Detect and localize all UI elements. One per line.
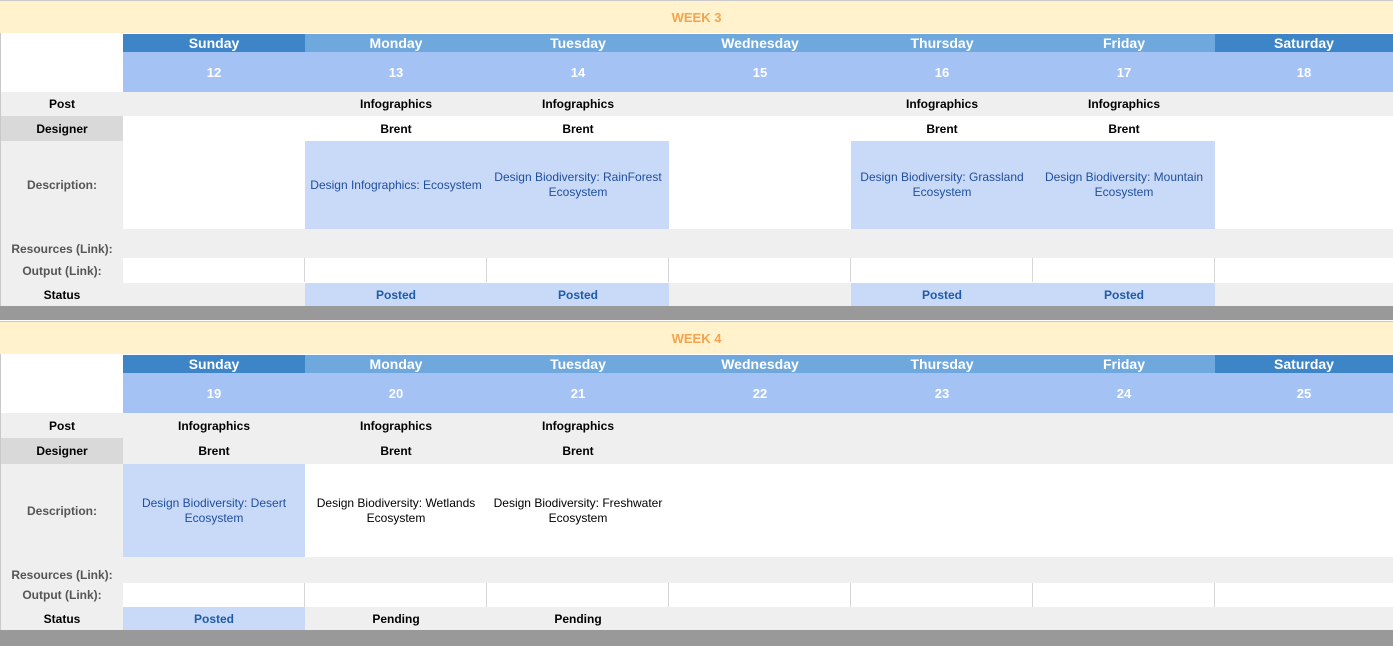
day-name-thursday[interactable]: Thursday [851, 34, 1033, 52]
designer-cell[interactable]: Brent [851, 116, 1033, 141]
designer-cell[interactable]: Brent [487, 438, 669, 464]
output-cell[interactable] [851, 583, 1033, 607]
status-cell[interactable]: Posted [305, 283, 487, 306]
description-cell[interactable]: Design Biodiversity: Freshwater Ecosyste… [487, 464, 669, 557]
post-cell[interactable]: Infographics [305, 92, 487, 116]
day-number[interactable]: 19 [123, 373, 305, 413]
post-cell[interactable]: Infographics [487, 413, 669, 438]
day-number[interactable]: 25 [1215, 373, 1393, 413]
row-label-output[interactable]: Output (Link): [0, 258, 123, 283]
output-cell[interactable] [669, 258, 851, 282]
post-cell[interactable]: Infographics [487, 92, 669, 116]
description-cell[interactable]: Design Biodiversity: Wetlands Ecosystem [305, 464, 487, 557]
day-name-saturday[interactable]: Saturday [1215, 355, 1393, 373]
description-cell[interactable]: Design Biodiversity: RainForest Ecosyste… [487, 141, 669, 229]
row-label-designer[interactable]: Designer [0, 116, 123, 141]
day-name-thursday[interactable]: Thursday [851, 355, 1033, 373]
day-number[interactable]: 23 [851, 373, 1033, 413]
day-name-sunday[interactable]: Sunday [123, 34, 305, 52]
output-cell[interactable] [851, 258, 1033, 282]
output-cell[interactable] [1215, 258, 1393, 282]
output-cell[interactable] [305, 583, 487, 607]
status-cell[interactable]: Posted [851, 283, 1033, 306]
day-name-monday[interactable]: Monday [305, 34, 487, 52]
output-cell[interactable] [487, 258, 669, 282]
week-separator [0, 630, 1393, 646]
designer-cell[interactable]: Brent [305, 116, 487, 141]
day-number[interactable]: 24 [1033, 373, 1215, 413]
row-label-description[interactable]: Description: [0, 141, 123, 229]
row-label-output[interactable]: Output (Link): [0, 583, 123, 607]
output-cell[interactable] [1033, 258, 1215, 282]
day-name-tuesday[interactable]: Tuesday [487, 355, 669, 373]
output-cell[interactable] [1215, 583, 1393, 607]
week-title[interactable]: WEEK 3 [0, 0, 1393, 33]
day-name-friday[interactable]: Friday [1033, 34, 1215, 52]
day-name-wednesday[interactable]: Wednesday [669, 34, 851, 52]
designer-cell[interactable]: Brent [305, 438, 487, 464]
resources-row[interactable] [123, 557, 1393, 583]
day-number[interactable]: 15 [669, 52, 851, 92]
designer-cell[interactable] [123, 116, 305, 141]
output-cell[interactable] [669, 583, 851, 607]
day-name-friday[interactable]: Friday [1033, 355, 1215, 373]
day-number[interactable]: 16 [851, 52, 1033, 92]
designer-cell[interactable]: Brent [123, 438, 305, 464]
day-number[interactable]: 12 [123, 52, 305, 92]
day-number[interactable]: 22 [669, 373, 851, 413]
row-label-status[interactable]: Status [0, 283, 123, 306]
day-name-monday[interactable]: Monday [305, 355, 487, 373]
row-label-resources[interactable]: Resources (Link): [0, 557, 123, 583]
row-label-description[interactable]: Description: [0, 464, 123, 557]
designer-cell[interactable]: Brent [1033, 116, 1215, 141]
status-cell[interactable]: Pending [305, 607, 487, 630]
week-separator [0, 306, 1393, 320]
designer-cell[interactable]: Brent [487, 116, 669, 141]
description-cell[interactable]: Design Biodiversity: Desert Ecosystem [123, 464, 305, 557]
row-label-post[interactable]: Post [0, 413, 123, 438]
output-cell[interactable] [123, 583, 305, 607]
status-cell[interactable]: Pending [487, 607, 669, 630]
day-number[interactable]: 17 [1033, 52, 1215, 92]
description-cell[interactable]: Design Biodiversity: Mountain Ecosystem [1033, 141, 1215, 229]
post-cell[interactable]: Infographics [123, 413, 305, 438]
output-cell[interactable] [123, 258, 305, 282]
status-cell[interactable]: Posted [487, 283, 669, 306]
day-number[interactable]: 13 [305, 52, 487, 92]
day-name-tuesday[interactable]: Tuesday [487, 34, 669, 52]
day-number[interactable]: 20 [305, 373, 487, 413]
status-cell[interactable]: Posted [1033, 283, 1215, 306]
row-label-status[interactable]: Status [0, 607, 123, 630]
day-name-wednesday[interactable]: Wednesday [669, 355, 851, 373]
status-cell[interactable]: Posted [123, 607, 305, 630]
post-cell[interactable]: Infographics [1033, 92, 1215, 116]
output-cell[interactable] [487, 583, 669, 607]
designer-cell[interactable] [1215, 116, 1393, 141]
resources-row[interactable] [123, 229, 1393, 258]
week-title[interactable]: WEEK 4 [0, 321, 1393, 354]
output-cell[interactable] [1033, 583, 1215, 607]
description-cell[interactable]: Design Infographics: Ecosystem [305, 141, 487, 229]
day-number[interactable]: 21 [487, 373, 669, 413]
description-cell[interactable]: Design Biodiversity: Grassland Ecosystem [851, 141, 1033, 229]
post-cell[interactable] [669, 92, 851, 116]
day-number[interactable]: 18 [1215, 52, 1393, 92]
post-cell[interactable] [123, 92, 305, 116]
row-label-post[interactable]: Post [0, 92, 123, 116]
post-cell[interactable]: Infographics [305, 413, 487, 438]
row-label-designer[interactable]: Designer [0, 438, 123, 464]
row-label-resources[interactable]: Resources (Link): [0, 229, 123, 258]
day-name-saturday[interactable]: Saturday [1215, 34, 1393, 52]
designer-cell[interactable] [669, 116, 851, 141]
day-name-sunday[interactable]: Sunday [123, 355, 305, 373]
day-number[interactable]: 14 [487, 52, 669, 92]
corner-cell[interactable] [0, 354, 123, 413]
post-cell[interactable]: Infographics [851, 92, 1033, 116]
corner-cell[interactable] [0, 33, 123, 92]
post-cell[interactable] [1215, 92, 1393, 116]
output-cell[interactable] [305, 258, 487, 282]
